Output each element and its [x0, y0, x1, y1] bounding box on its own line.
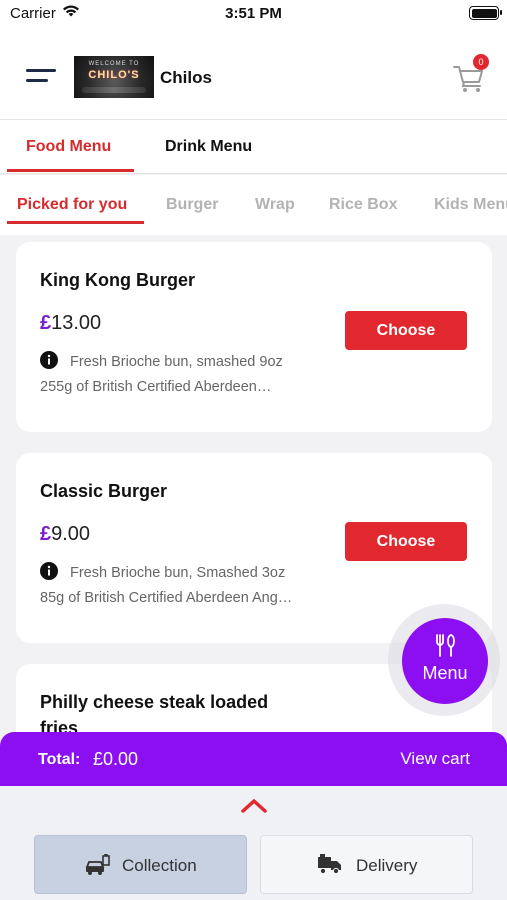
collection-button[interactable]: Collection — [34, 835, 247, 894]
category-picked-for-you[interactable]: Picked for you — [17, 196, 127, 214]
cart-total-bar[interactable]: Total: £0.00 View cart — [0, 732, 507, 786]
active-category-indicator — [7, 221, 144, 224]
delivery-truck-icon — [318, 854, 341, 875]
tab-drink-menu[interactable]: Drink Menu — [165, 138, 252, 156]
item-name: King Kong Burger — [40, 270, 195, 290]
tab-food-menu[interactable]: Food Menu — [26, 138, 111, 156]
category-burger[interactable]: Burger — [166, 196, 218, 214]
battery-icon — [469, 6, 502, 20]
cutlery-icon — [436, 634, 455, 657]
menu-item-card[interactable]: King Kong Burger £13.00 Choose Fresh Bri… — [16, 242, 492, 432]
item-description: Fresh Brioche bun, Smashed 3oz 85g of Br… — [40, 565, 293, 606]
choose-button[interactable]: Choose — [345, 311, 467, 350]
menu-fab-button[interactable]: Menu — [402, 618, 488, 704]
collection-icon — [85, 854, 110, 875]
total-label: Total: — [38, 751, 81, 768]
hamburger-menu-icon[interactable] — [26, 69, 56, 83]
logo-line-1: WELCOME TO — [88, 61, 140, 67]
category-tabs: Picked for you Burger Wrap Rice Box Kids… — [0, 175, 507, 235]
category-kids-menu[interactable]: Kids Menu — [434, 196, 507, 214]
active-tab-indicator — [7, 169, 134, 172]
logo-line-2: CHILO'S — [88, 69, 140, 81]
choose-button[interactable]: Choose — [345, 522, 467, 561]
collection-label: Collection — [122, 856, 197, 875]
delivery-button[interactable]: Delivery — [260, 835, 473, 894]
app-header: WELCOME TO CHILO'S Chilos — [0, 30, 507, 120]
delivery-label: Delivery — [356, 856, 418, 875]
status-time: 3:51 PM — [225, 5, 282, 22]
item-price: £9.00 — [40, 523, 91, 545]
menu-type-tabs: Food Menu Drink Menu — [0, 120, 507, 174]
cart-count-badge: 0 — [473, 54, 489, 70]
menu-fab-label: Menu — [422, 663, 468, 683]
item-name: Classic Burger — [40, 481, 168, 501]
total-value: £0.00 — [93, 749, 139, 769]
order-type-sheet: Collection Delivery — [0, 786, 507, 900]
restaurant-logo: WELCOME TO CHILO'S — [74, 56, 154, 98]
category-wrap[interactable]: Wrap — [255, 196, 295, 214]
restaurant-name: Chilos — [160, 68, 212, 87]
item-price: £13.00 — [40, 312, 102, 334]
category-rice-box[interactable]: Rice Box — [329, 196, 397, 214]
chevron-up-icon[interactable] — [240, 798, 268, 814]
status-bar: Carrier 3:51 PM — [0, 0, 507, 30]
item-description: Fresh Brioche bun, smashed 9oz 255g of B… — [40, 354, 283, 395]
view-cart-link[interactable]: View cart — [400, 749, 470, 769]
